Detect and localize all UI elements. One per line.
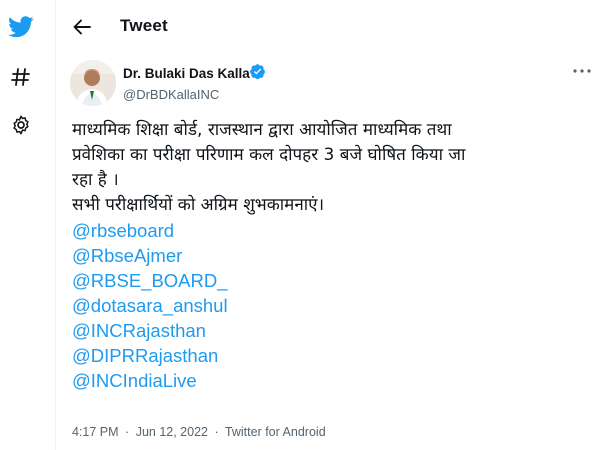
avatar[interactable]: [70, 60, 116, 106]
mention-link[interactable]: @INCRajasthan: [72, 318, 592, 343]
verified-badge-icon: [249, 63, 266, 85]
twitter-bird-icon[interactable]: [8, 14, 34, 40]
author-handle[interactable]: @DrBDKallaINC: [123, 87, 219, 102]
tweet-text-line: रहा है ।: [72, 170, 119, 190]
author-name[interactable]: Dr. Bulaki Das Kalla: [123, 66, 250, 81]
mention-link[interactable]: @RBSE_BOARD_: [72, 268, 592, 293]
left-sidebar: [0, 0, 44, 450]
gear-icon[interactable]: [8, 112, 34, 138]
tweet-meta: 4:17 PM · Jun 12, 2022 · Twitter for And…: [72, 425, 329, 439]
tweet-text-line: सभी परीक्षार्थियों को अग्रिम शुभकामनाएं।: [72, 195, 325, 215]
main-column: Tweet Dr. Bulaki Das Kalla @DrBDKallaINC…: [56, 0, 600, 450]
tweet-time[interactable]: 4:17 PM: [72, 425, 119, 439]
tweet-date[interactable]: Jun 12, 2022: [136, 425, 208, 439]
hashtag-icon[interactable]: [8, 64, 34, 90]
page-title: Tweet: [120, 16, 168, 35]
meta-separator: ·: [214, 425, 219, 439]
tweet-text-line: प्रवेशिका का परीक्षा परिणाम कल दोपहर 3 ब…: [72, 145, 466, 165]
mention-link[interactable]: @DIPRRajasthan: [72, 343, 592, 368]
tweet-text: माध्यमिक शिक्षा बोर्ड, राजस्थान द्वारा आ…: [72, 118, 592, 393]
tweet-text-line: माध्यमिक शिक्षा बोर्ड, राजस्थान द्वारा आ…: [72, 120, 452, 140]
more-options-icon[interactable]: [570, 64, 594, 78]
mention-link[interactable]: @RbseAjmer: [72, 243, 592, 268]
back-arrow-icon[interactable]: [70, 15, 94, 39]
mention-link[interactable]: @rbseboard: [72, 218, 592, 243]
mention-link[interactable]: @INCIndiaLive: [72, 368, 592, 393]
meta-separator: ·: [125, 425, 130, 439]
mention-link[interactable]: @dotasara_anshul: [72, 293, 592, 318]
header-bar: Tweet: [56, 0, 600, 52]
tweet-source: Twitter for Android: [224, 425, 326, 439]
